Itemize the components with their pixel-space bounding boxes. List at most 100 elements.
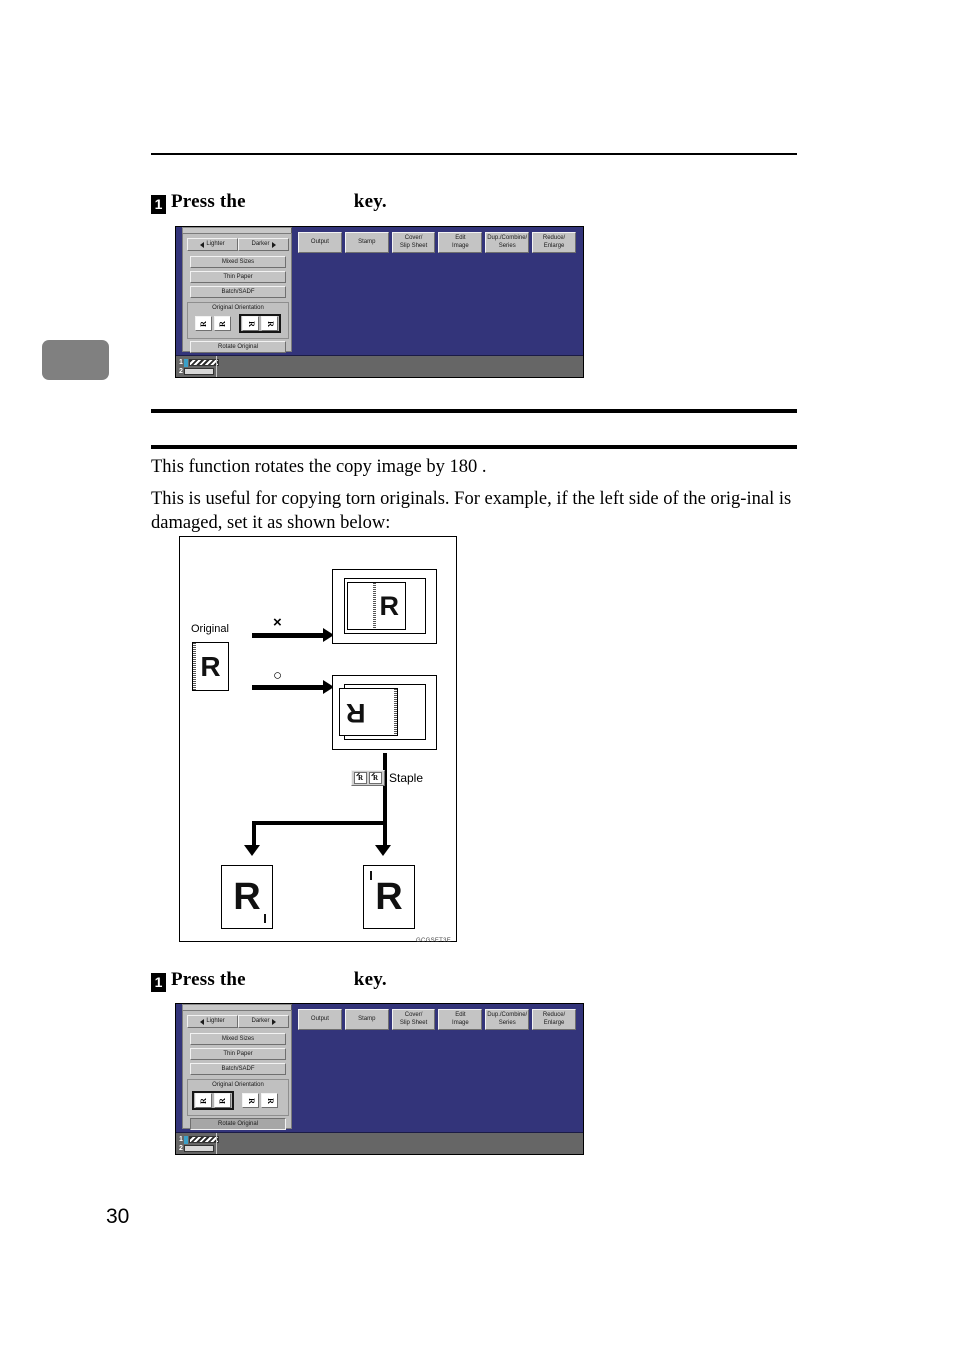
tab-dup-combine-series[interactable]: Dup./Combine/ Series [485, 232, 530, 253]
tab-reduce-enlarge[interactable]: Reduce/ Enlarge [532, 232, 576, 253]
rotate-original-button[interactable]: Rotate Original [190, 341, 286, 353]
output-sheet-top: R [347, 582, 406, 630]
tab-dup-line2: Series [498, 242, 516, 249]
lighter-darker-row: Lighter Darker [187, 238, 289, 251]
result-left-staple-mark [264, 914, 266, 923]
tab-cover-slip-sheet-2[interactable]: Cover/ Slip Sheet [391, 1009, 436, 1030]
copier-lcd-panel-1[interactable]: Lighter Darker Mixed Sizes Thin Paper Ba… [175, 226, 584, 378]
staple-icon-right: R [369, 772, 382, 784]
figure-rotate-illustration: Original R × ○ R R R R Staple R R [179, 536, 457, 942]
tab-stamp[interactable]: Stamp [344, 232, 389, 253]
staple-icon-group: R R [351, 770, 385, 786]
mixed-sizes-button-2[interactable]: Mixed Sizes [190, 1033, 286, 1045]
chapter-tab-marker [42, 340, 109, 380]
result-sheet-right-glyph: R [375, 875, 403, 918]
original-sheet: R [192, 642, 229, 691]
orientation-pair-portrait-2[interactable]: R R [192, 1091, 234, 1110]
orientation-pair-portrait[interactable]: R R [192, 314, 234, 333]
tab-edit-2-line1: Edit [455, 1012, 466, 1018]
lcd-status-bar-2: 1 2 [176, 1132, 583, 1154]
output-tray-bottom: R [332, 675, 437, 750]
tray-1-bar-icon-2 [188, 1136, 219, 1143]
output-sheet-top-glyph: R [379, 590, 400, 621]
step-text-before: Press the [171, 191, 246, 212]
mixed-sizes-button[interactable]: Mixed Sizes [190, 256, 286, 268]
tray-2-label: 2 [179, 368, 183, 375]
branch-right-arrowhead [375, 845, 391, 856]
staple-icon-left: R [354, 772, 367, 784]
orientation-icon-1[interactable]: R [195, 316, 212, 331]
status-bar-divider [216, 356, 217, 377]
tab-edit-2-line2: Image [452, 1019, 469, 1026]
lighter-button[interactable]: Lighter [187, 238, 238, 251]
tray-2-bar-icon-2 [183, 1145, 214, 1152]
tab-reduce-2-line1: Reduce/ [542, 1012, 566, 1018]
original-orientation-label: Original Orientation [212, 305, 264, 311]
batch-sadf-button[interactable]: Batch/SADF [190, 286, 286, 298]
orientation-icon-1-2[interactable]: R [195, 1093, 212, 1108]
tray-1-label-2: 1 [179, 1136, 183, 1143]
original-label: Original [191, 623, 229, 635]
branch-horizontal-line [252, 821, 387, 825]
tray-2-label-2: 2 [179, 1145, 183, 1152]
page-number: 30 [106, 1205, 130, 1228]
paper-tray-2-indicator[interactable]: 2 [179, 367, 214, 376]
header-divider-top [151, 153, 797, 155]
tab-dup-combine-series-2[interactable]: Dup./Combine/ Series [485, 1009, 530, 1030]
tab-reduce-enlarge-2[interactable]: Reduce/ Enlarge [532, 1009, 576, 1030]
lcd-tab-row-2: Output Stamp Cover/ Slip Sheet Edit Imag… [298, 1009, 576, 1030]
section-divider-lower [151, 445, 797, 449]
paper-tray-2-indicator-2[interactable]: 2 [179, 1144, 214, 1153]
orientation-icon-2[interactable]: R [214, 316, 231, 331]
tab-stamp-2-line1: Stamp [358, 1015, 376, 1022]
paper-tray-1-indicator[interactable]: 1 [179, 358, 219, 367]
tab-output-2[interactable]: Output [298, 1009, 342, 1030]
tab-edit-line1: Edit [455, 235, 466, 241]
orientation-icon-2-2[interactable]: R [214, 1093, 231, 1108]
batch-sadf-button-2[interactable]: Batch/SADF [190, 1063, 286, 1075]
tab-cover-slip-sheet[interactable]: Cover/ Slip Sheet [391, 232, 436, 253]
tab-output-2-line1: Output [310, 1015, 329, 1022]
lighter-button-2[interactable]: Lighter [187, 1015, 238, 1028]
orientation-icon-4[interactable]: R [261, 316, 278, 331]
left-arrow-icon [200, 241, 205, 248]
tab-output-line1: Output [310, 238, 329, 245]
paper-tray-1-indicator-2[interactable]: 1 [179, 1135, 219, 1144]
orientation-icon-3-2[interactable]: R [242, 1093, 259, 1108]
lcd-tab-row: Output Stamp Cover/ Slip Sheet Edit Imag… [298, 232, 576, 253]
tab-output[interactable]: Output [298, 232, 342, 253]
right-arrow-icon-2 [271, 1018, 276, 1025]
output-sheet-bottom-torn-edge [394, 689, 397, 735]
lighter-label: Lighter [206, 241, 225, 247]
figure-caption: GCGSET3E [416, 938, 452, 944]
left-arrow-icon-2 [200, 1018, 205, 1025]
thin-paper-button-2[interactable]: Thin Paper [190, 1048, 286, 1060]
right-mark-icon: ○ [273, 667, 283, 684]
copier-lcd-panel-2[interactable]: Lighter Darker Mixed Sizes Thin Paper Ba… [175, 1003, 584, 1155]
orientation-pair-landscape-2[interactable]: R R [239, 1091, 281, 1110]
body-paragraph-2: This is useful for copying torn original… [151, 489, 792, 533]
output-sheet-bottom-glyph: R [346, 697, 366, 728]
batch-sadf-label: Batch/SADF [221, 288, 255, 295]
staple-callout: R R Staple [351, 770, 423, 786]
step-2-number-badge: 1 [151, 973, 166, 992]
branch-left-stem [252, 821, 256, 847]
original-torn-edge [193, 643, 196, 690]
thin-paper-button[interactable]: Thin Paper [190, 271, 286, 283]
tab-stamp-2[interactable]: Stamp [344, 1009, 389, 1030]
orientation-icon-3[interactable]: R [242, 316, 259, 331]
orientation-icon-4-2[interactable]: R [261, 1093, 278, 1108]
tray-1-bar-icon [188, 359, 219, 366]
tray-2-bar-icon [183, 368, 214, 375]
darker-button[interactable]: Darker [238, 238, 289, 251]
tray-1-level-icon-2 [183, 1135, 188, 1144]
tab-reduce-line2: Enlarge [543, 242, 565, 249]
original-orientation-group-2: Original Orientation R R R R [187, 1079, 289, 1116]
darker-button-2[interactable]: Darker [238, 1015, 289, 1028]
tab-edit-image[interactable]: Edit Image [438, 232, 483, 253]
tab-edit-image-2[interactable]: Edit Image [438, 1009, 483, 1030]
body-paragraph-1: This function rotates the copy image by … [151, 457, 487, 477]
orientation-pair-landscape[interactable]: R R [239, 314, 281, 333]
darker-label: Darker [251, 241, 270, 247]
rotate-original-button-2[interactable]: Rotate Original [190, 1118, 286, 1130]
